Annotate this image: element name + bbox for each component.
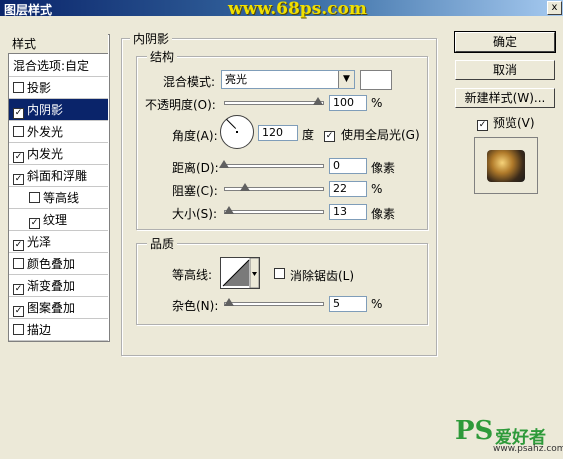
choke-slider-thumb[interactable]: [239, 183, 250, 191]
opacity-label: 不透明度(O):: [145, 98, 216, 112]
window-title: 图层样式: [4, 3, 53, 17]
cancel-button[interactable]: 取消: [455, 60, 555, 80]
sidebar-item-label: 斜面和浮雕: [27, 169, 88, 183]
sidebar-item[interactable]: ✓ 纹理: [9, 209, 108, 231]
style-list-header[interactable]: 样式: [8, 34, 108, 54]
angle-input[interactable]: 120: [258, 125, 298, 141]
sidebar-item-label: 光泽: [27, 235, 52, 249]
sidebar-item-checkbox[interactable]: ✓: [13, 174, 24, 185]
sidebar-item[interactable]: 描边: [9, 319, 108, 341]
size-unit: 像素: [371, 207, 396, 221]
preview-label[interactable]: 预览(V): [493, 114, 535, 131]
contour-curve-icon: [222, 257, 260, 289]
noise-input[interactable]: 5: [329, 296, 367, 312]
size-label: 大小(S):: [172, 207, 218, 221]
shadow-color-swatch[interactable]: [360, 70, 392, 90]
noise-slider-thumb[interactable]: [223, 298, 234, 306]
global-light-checkbox[interactable]: ✓: [324, 126, 338, 142]
sidebar-item[interactable]: ✓ 斜面和浮雕: [9, 165, 108, 187]
choke-label: 阻塞(C):: [172, 184, 218, 198]
sidebar-item-checkbox[interactable]: [29, 192, 40, 203]
contour-label: 等高线:: [172, 268, 213, 282]
sidebar-item-checkbox[interactable]: ✓: [13, 284, 24, 295]
logo-url: www.psahz.com: [493, 444, 563, 454]
quality-title: 品质: [147, 235, 178, 252]
sidebar-item-checkbox[interactable]: ✓: [13, 108, 24, 119]
sidebar-item[interactable]: 颜色叠加: [9, 253, 108, 275]
sidebar-item-checkbox[interactable]: [13, 82, 24, 93]
site-logo: PS 爱好者 www.psahz.com: [455, 416, 563, 456]
sidebar-item[interactable]: ✓ 光泽: [9, 231, 108, 253]
sidebar-item-label: 投影: [27, 81, 52, 95]
chevron-down-icon[interactable]: ▼: [338, 71, 354, 88]
blend-mode-value: 亮光: [225, 73, 247, 86]
sidebar-item-checkbox[interactable]: [13, 258, 24, 269]
noise-label: 杂色(N):: [172, 299, 219, 313]
size-slider[interactable]: [224, 210, 324, 214]
angle-dial-needle: [226, 119, 237, 129]
antialias-checkbox[interactable]: [274, 267, 288, 281]
preview-thumbnail: [474, 137, 538, 194]
sidebar-item[interactable]: 投影: [9, 77, 108, 99]
structure-title: 结构: [147, 48, 178, 65]
distance-slider-thumb[interactable]: [219, 160, 229, 168]
sidebar-item-label: 描边: [27, 323, 52, 337]
choke-input[interactable]: 22: [329, 181, 367, 197]
logo-ps: PS: [455, 416, 494, 446]
size-slider-thumb[interactable]: [223, 206, 234, 214]
sidebar-item-checkbox[interactable]: ✓: [13, 306, 24, 317]
contour-picker[interactable]: [220, 257, 260, 289]
sidebar-item-label: 颜色叠加: [27, 257, 76, 271]
watermark-text: www.68ps.com: [228, 0, 367, 19]
sidebar-item[interactable]: ✓ 图案叠加: [9, 297, 108, 319]
opacity-input[interactable]: 100: [329, 95, 367, 111]
sidebar-item-label: 内阴影: [27, 103, 64, 117]
distance-label: 距离(D):: [172, 161, 219, 175]
blend-mode-select[interactable]: 亮光 ▼: [221, 70, 355, 89]
sidebar-item-label: 外发光: [27, 125, 64, 139]
preview-swatch: [487, 150, 525, 182]
sidebar-item-checkbox[interactable]: ✓: [29, 218, 40, 229]
close-button[interactable]: x: [547, 1, 562, 15]
sidebar-item-checkbox[interactable]: [13, 324, 24, 335]
angle-dial[interactable]: [220, 115, 254, 149]
choke-unit: %: [371, 182, 383, 196]
sidebar-item-label: 等高线: [43, 191, 80, 205]
sidebar-item-label: 内发光: [27, 147, 64, 161]
antialias-label[interactable]: 消除锯齿(L): [290, 267, 354, 284]
size-input[interactable]: 13: [329, 204, 367, 220]
sidebar-item[interactable]: 混合选项:自定: [9, 55, 108, 77]
sidebar-item-checkbox[interactable]: ✓: [13, 240, 24, 251]
noise-unit: %: [371, 297, 383, 311]
sidebar-item-checkbox[interactable]: [13, 126, 24, 137]
sidebar-item[interactable]: ✓ 内阴影: [9, 99, 108, 121]
sidebar-item-label: 混合选项:自定: [13, 59, 90, 73]
preview-checkbox[interactable]: ✓: [477, 115, 491, 131]
blend-mode-label: 混合模式:: [163, 75, 216, 89]
sidebar-item-checkbox[interactable]: ✓: [13, 152, 24, 163]
angle-label: 角度(A):: [172, 129, 218, 143]
ok-button[interactable]: 确定: [454, 31, 556, 53]
sidebar-item[interactable]: ✓ 内发光: [9, 143, 108, 165]
opacity-slider-thumb[interactable]: [313, 97, 323, 105]
distance-slider[interactable]: [224, 164, 324, 168]
sidebar-item-label: 图案叠加: [27, 301, 76, 315]
opacity-unit: %: [371, 96, 383, 110]
noise-slider[interactable]: [224, 302, 324, 306]
distance-unit: 像素: [371, 161, 396, 175]
opacity-slider[interactable]: [224, 101, 324, 105]
sidebar-item[interactable]: 外发光: [9, 121, 108, 143]
sidebar-item[interactable]: ✓ 渐变叠加: [9, 275, 108, 297]
inner-shadow-title: 内阴影: [130, 30, 173, 47]
sidebar-item-label: 渐变叠加: [27, 279, 76, 293]
distance-input[interactable]: 0: [329, 158, 367, 174]
sidebar-item[interactable]: 等高线: [9, 187, 108, 209]
global-light-label[interactable]: 使用全局光(G): [341, 126, 420, 143]
angle-dial-center: [236, 131, 238, 133]
sidebar-item-label: 纹理: [43, 213, 68, 227]
new-style-button[interactable]: 新建样式(W)...: [455, 88, 555, 108]
angle-unit: 度: [302, 128, 315, 142]
